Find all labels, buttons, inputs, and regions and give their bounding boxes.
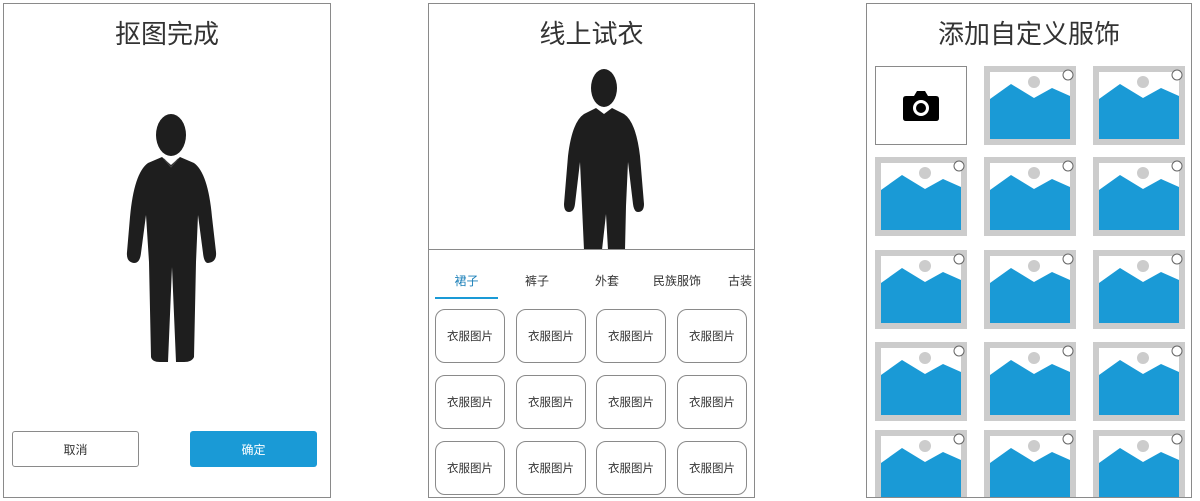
image-tile[interactable] — [984, 430, 1076, 497]
category-tabs: 裙子 裤子 外套 民族服饰 古装 — [429, 269, 754, 299]
image-tile[interactable] — [1093, 157, 1185, 236]
clothing-item[interactable]: 衣服图片 — [435, 309, 505, 363]
camera-button[interactable] — [875, 66, 967, 145]
image-placeholder-icon — [984, 430, 1076, 497]
image-placeholder-icon — [875, 342, 967, 421]
image-placeholder-icon — [1093, 342, 1185, 421]
image-placeholder-icon — [984, 66, 1076, 145]
clothing-item[interactable]: 衣服图片 — [435, 375, 505, 429]
clothing-item[interactable]: 衣服图片 — [677, 375, 747, 429]
camera-icon — [903, 90, 939, 121]
image-tile[interactable] — [1093, 250, 1185, 329]
person-silhouette — [124, 107, 218, 363]
image-tile[interactable] — [1093, 66, 1185, 145]
image-tile[interactable] — [875, 342, 967, 421]
confirm-button[interactable]: 确定 — [190, 431, 317, 467]
image-tile[interactable] — [1093, 430, 1185, 497]
clothing-item[interactable]: 衣服图片 — [596, 309, 666, 363]
tab-coat[interactable]: 外套 — [577, 269, 637, 298]
clothing-item[interactable]: 衣服图片 — [516, 441, 586, 495]
image-placeholder-icon — [875, 157, 967, 236]
clothing-item[interactable]: 衣服图片 — [516, 309, 586, 363]
image-tile[interactable] — [984, 342, 1076, 421]
image-placeholder-icon — [1093, 66, 1185, 145]
page-title: 添加自定义服饰 — [937, 20, 1120, 50]
image-tile[interactable] — [875, 250, 967, 329]
image-placeholder-icon — [875, 430, 967, 497]
add-custom-clothing-screen: 添加自定义服饰 — [866, 3, 1192, 498]
image-tile[interactable] — [1093, 342, 1185, 421]
image-tile[interactable] — [984, 66, 1076, 145]
clothing-item[interactable]: 衣服图片 — [596, 375, 666, 429]
image-tile[interactable] — [875, 157, 967, 236]
image-tile[interactable] — [875, 430, 967, 497]
tab-ethnic[interactable]: 民族服饰 — [645, 269, 709, 298]
tab-skirt[interactable]: 裙子 — [435, 269, 498, 298]
cutout-complete-screen: 抠图完成 取消 确定 — [3, 3, 331, 498]
online-fitting-screen: 线上试衣 裙子 裤子 外套 民族服饰 古装 衣服图片 衣服图片 衣服图片 衣服图… — [428, 3, 755, 498]
image-placeholder-icon — [875, 250, 967, 329]
person-silhouette — [562, 66, 646, 250]
page-title: 线上试衣 — [539, 20, 644, 50]
image-placeholder-icon — [1093, 157, 1185, 236]
image-tile[interactable] — [984, 157, 1076, 236]
image-placeholder-icon — [984, 250, 1076, 329]
tab-ancient[interactable]: 古装 — [717, 269, 754, 298]
clothing-item[interactable]: 衣服图片 — [435, 441, 505, 495]
image-placeholder-icon — [1093, 430, 1185, 497]
clothing-item[interactable]: 衣服图片 — [516, 375, 586, 429]
clothing-item[interactable]: 衣服图片 — [596, 441, 666, 495]
clothing-item[interactable]: 衣服图片 — [677, 309, 747, 363]
page-title: 抠图完成 — [114, 20, 219, 50]
image-placeholder-icon — [984, 342, 1076, 421]
image-tile[interactable] — [984, 250, 1076, 329]
clothing-item[interactable]: 衣服图片 — [677, 441, 747, 495]
image-placeholder-icon — [1093, 250, 1185, 329]
tab-pants[interactable]: 裤子 — [507, 269, 567, 298]
active-tab-indicator — [435, 297, 498, 299]
cancel-button[interactable]: 取消 — [12, 431, 139, 467]
image-placeholder-icon — [984, 157, 1076, 236]
divider — [429, 249, 754, 250]
